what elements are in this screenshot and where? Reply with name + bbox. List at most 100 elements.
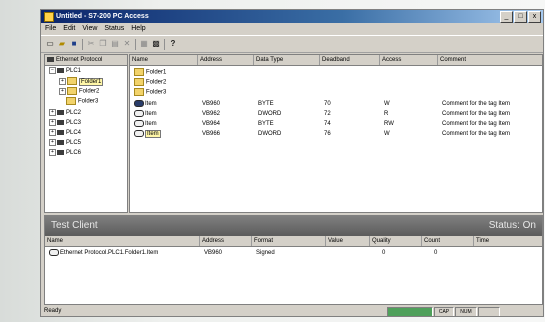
cell-deadband: 70 <box>324 101 331 107</box>
toolbar-separator <box>164 39 165 50</box>
tree-item-plc1[interactable]: − PLC1 <box>49 67 81 76</box>
column-time[interactable]: Time <box>474 236 542 246</box>
tree-item-plc2[interactable]: + PLC2 <box>49 109 81 118</box>
open-icon[interactable]: ▰ <box>57 39 67 49</box>
expand-icon[interactable]: + <box>49 149 56 156</box>
column-address[interactable]: Address <box>200 236 252 246</box>
tree-item-plc5[interactable]: + PLC5 <box>49 139 81 148</box>
tree-item-plc6[interactable]: + PLC6 <box>49 149 81 158</box>
properties-icon[interactable]: ▦ <box>139 39 149 49</box>
close-button[interactable]: x <box>528 11 541 23</box>
column-comment[interactable]: Comment <box>438 55 542 65</box>
tag-icon <box>134 110 144 117</box>
cell-address: VB960 <box>204 250 223 256</box>
tag-icon <box>49 249 59 256</box>
cut-icon[interactable]: ✂ <box>86 39 96 49</box>
minimize-button[interactable]: _ <box>500 11 513 23</box>
menu-file[interactable]: File <box>45 23 56 34</box>
expand-icon[interactable]: + <box>49 139 56 146</box>
cell-type: DWORD <box>258 131 282 137</box>
cell-comment: Comment for the tag Item <box>442 101 511 107</box>
menu-view[interactable]: View <box>82 23 97 34</box>
table-row[interactable]: Item VB966 DWORD 76 W Comment for the ta… <box>130 130 542 139</box>
collapse-icon[interactable]: − <box>49 67 56 74</box>
cell-address: VB960 <box>202 101 221 107</box>
expand-icon[interactable]: + <box>59 77 66 85</box>
plc-icon <box>57 140 64 145</box>
column-format[interactable]: Format <box>252 236 326 246</box>
save-icon[interactable]: ■ <box>69 39 79 49</box>
tag-icon <box>134 100 144 107</box>
list-folder-row[interactable]: Folder1 <box>130 68 542 77</box>
tree-item-label: PLC6 <box>66 150 82 157</box>
num-indicator: NUM <box>455 307 477 316</box>
menu-bar: File Edit View Status Help <box>41 23 543 34</box>
expand-icon[interactable]: + <box>49 109 56 116</box>
title-bar[interactable]: Untitled - S7-200 PC Access _ □ x <box>41 10 543 23</box>
column-deadband[interactable]: Deadband <box>320 55 380 65</box>
plc-icon <box>57 150 64 155</box>
expand-icon[interactable]: + <box>49 129 56 136</box>
copy-icon[interactable]: ❐ <box>98 39 108 49</box>
cell-deadband: 74 <box>324 121 331 127</box>
tree-item-folder2[interactable]: + Folder2 <box>59 87 99 96</box>
folder-icon <box>134 88 144 96</box>
delete-icon[interactable]: ✕ <box>122 39 132 49</box>
plc-icon <box>57 120 64 125</box>
app-window: Untitled - S7-200 PC Access _ □ x File E… <box>40 9 544 317</box>
tree-item-label: PLC3 <box>66 120 82 127</box>
new-icon[interactable]: ▭ <box>45 39 55 49</box>
tree-item-label: PLC5 <box>66 140 82 147</box>
cell-format: Signed <box>256 250 275 256</box>
column-quality[interactable]: Quality <box>370 236 422 246</box>
expand-icon[interactable]: + <box>59 87 66 95</box>
cell-deadband: 76 <box>324 131 331 137</box>
tree-item-folder3[interactable]: Folder3 <box>66 97 98 106</box>
table-row[interactable]: Ethernet Protocol.PLC1.Folder1.Item VB96… <box>45 249 542 258</box>
app-icon <box>44 12 54 22</box>
table-row[interactable]: Item VB962 DWORD 72 R Comment for the ta… <box>130 110 542 119</box>
column-name[interactable]: Name <box>130 55 198 65</box>
status-bar: Ready CAP NUM <box>41 306 543 316</box>
expand-icon[interactable]: + <box>49 119 56 126</box>
cell-address: VB962 <box>202 111 221 117</box>
table-row[interactable]: Item VB964 BYTE 74 RW Comment for the ta… <box>130 120 542 129</box>
project-tree[interactable]: Ethernet Protocol − PLC1 + Folder1 + Folder… <box>44 54 128 213</box>
menu-edit[interactable]: Edit <box>63 23 75 34</box>
caps-indicator: CAP <box>434 307 454 316</box>
cell-access: R <box>384 111 389 117</box>
tree-item-plc4[interactable]: + PLC4 <box>49 129 81 138</box>
column-address[interactable]: Address <box>198 55 254 65</box>
tree-root-label: Ethernet Protocol <box>56 57 103 63</box>
tree-root[interactable]: Ethernet Protocol <box>45 55 127 66</box>
tag-icon <box>134 130 144 137</box>
cell-access: W <box>384 131 390 137</box>
help-icon[interactable]: ? <box>168 39 178 49</box>
menu-status[interactable]: Status <box>104 23 124 34</box>
maximize-button[interactable]: □ <box>514 11 527 23</box>
test-client-header: Test Client Status: On <box>45 216 542 236</box>
column-access[interactable]: Access <box>380 55 438 65</box>
table-row[interactable]: Item VB960 BYTE 70 W Comment for the tag… <box>130 100 542 109</box>
network-icon <box>47 56 54 62</box>
list-folder-row[interactable]: Folder2 <box>130 78 542 87</box>
column-data-type[interactable]: Data Type <box>254 55 320 65</box>
tree-item-label: PLC1 <box>66 68 82 75</box>
tree-item-folder1[interactable]: + Folder1 <box>59 77 104 86</box>
column-value[interactable]: Value <box>326 236 370 246</box>
cell-name: Item <box>145 121 157 128</box>
tree-item-plc3[interactable]: + PLC3 <box>49 119 81 128</box>
paste-icon[interactable]: ▤ <box>110 39 120 49</box>
tree-item-label: PLC4 <box>66 130 82 137</box>
list-folder-row[interactable]: Folder3 <box>130 88 542 97</box>
tree-item-label: Folder1 <box>79 77 104 86</box>
monitor-icon[interactable]: ▩ <box>151 39 161 49</box>
cell-address: VB966 <box>202 131 221 137</box>
column-name[interactable]: Name <box>45 236 200 246</box>
cell-deadband: 72 <box>324 111 331 117</box>
tag-list[interactable]: Name Address Data Type Deadband Access C… <box>129 54 543 213</box>
menu-help[interactable]: Help <box>131 23 145 34</box>
cell-comment: Comment for the tag Item <box>442 111 511 117</box>
column-count[interactable]: Count <box>422 236 474 246</box>
cell-access: W <box>384 101 390 107</box>
